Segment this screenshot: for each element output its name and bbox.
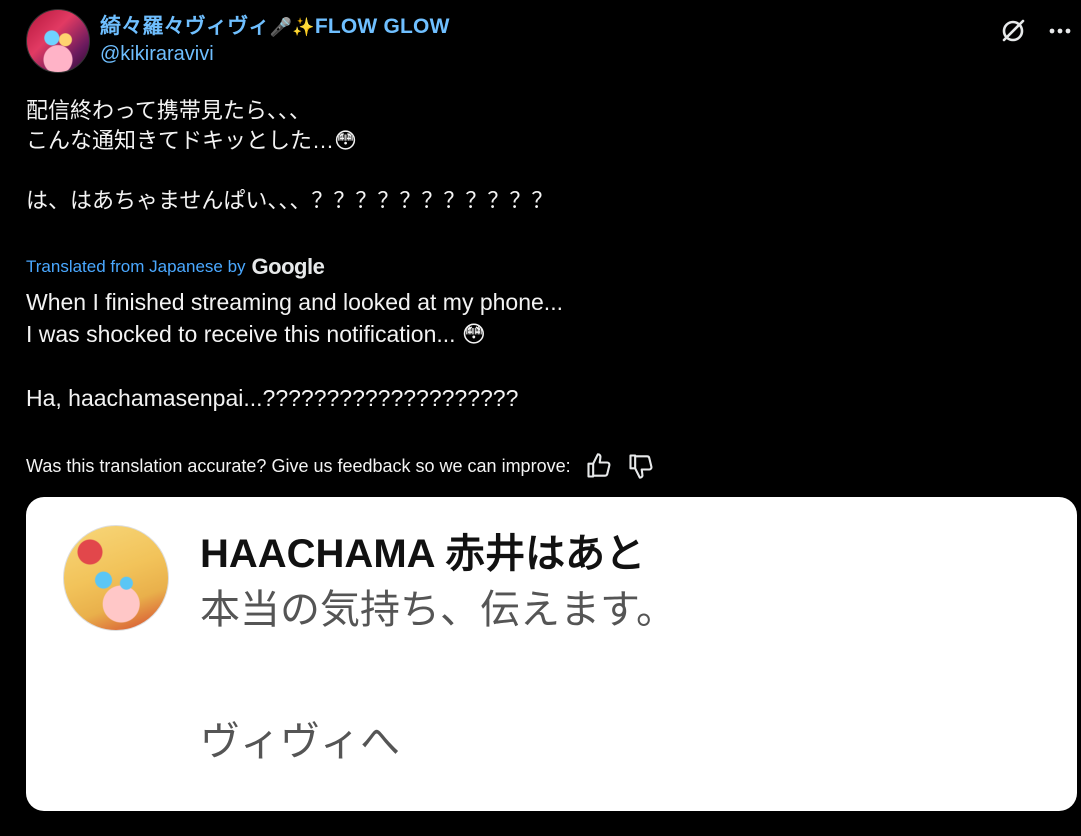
thumbs-down-button[interactable] xyxy=(627,452,655,480)
translation-attribution: Translated from Japanese by Google xyxy=(26,254,325,280)
thumbs-up-icon xyxy=(587,453,611,478)
thumbs-down-icon xyxy=(629,454,653,479)
notification-avatar xyxy=(63,525,169,631)
tweet-text-translated: When I finished streaming and looked at … xyxy=(26,289,563,411)
notification-message-line2: ヴィヴィへ xyxy=(200,720,400,764)
attached-image-card[interactable]: HAACHAMA 赤井はあと 本当の気持ち、伝えます。 ヴィヴィへ xyxy=(26,497,1077,811)
name-emojis: 🎤✨ xyxy=(269,17,315,38)
tweet-avatar[interactable] xyxy=(26,9,90,73)
user-handle[interactable]: @kikiraravivi xyxy=(100,43,214,66)
thumbs-up-button[interactable] xyxy=(585,452,613,480)
display-name-suffix: FLOW GLOW xyxy=(314,15,450,38)
display-name-text: 綺々羅々ヴィヴィ xyxy=(100,15,270,38)
more-button[interactable] xyxy=(1046,16,1076,46)
google-logo: Google xyxy=(251,254,325,279)
grok-button[interactable] xyxy=(998,16,1028,46)
translated-from-label: Translated from Japanese by xyxy=(26,257,246,276)
tweet-text-original: 配信終わって携帯見たら、、、 こんな通知きてドキッとした…😳 は、はあちゃません… xyxy=(26,98,554,213)
notification-sender: HAACHAMA 赤井はあと xyxy=(200,532,646,576)
feedback-prompt: Was this translation accurate? Give us f… xyxy=(26,455,571,476)
grok-icon xyxy=(1002,19,1025,42)
translation-feedback: Was this translation accurate? Give us f… xyxy=(26,452,655,480)
more-icon xyxy=(1049,28,1071,34)
notification-message-line1: 本当の気持ち、伝えます。 xyxy=(200,588,676,632)
display-name[interactable]: 綺々羅々ヴィヴィ🎤✨FLOW GLOW xyxy=(100,10,450,40)
